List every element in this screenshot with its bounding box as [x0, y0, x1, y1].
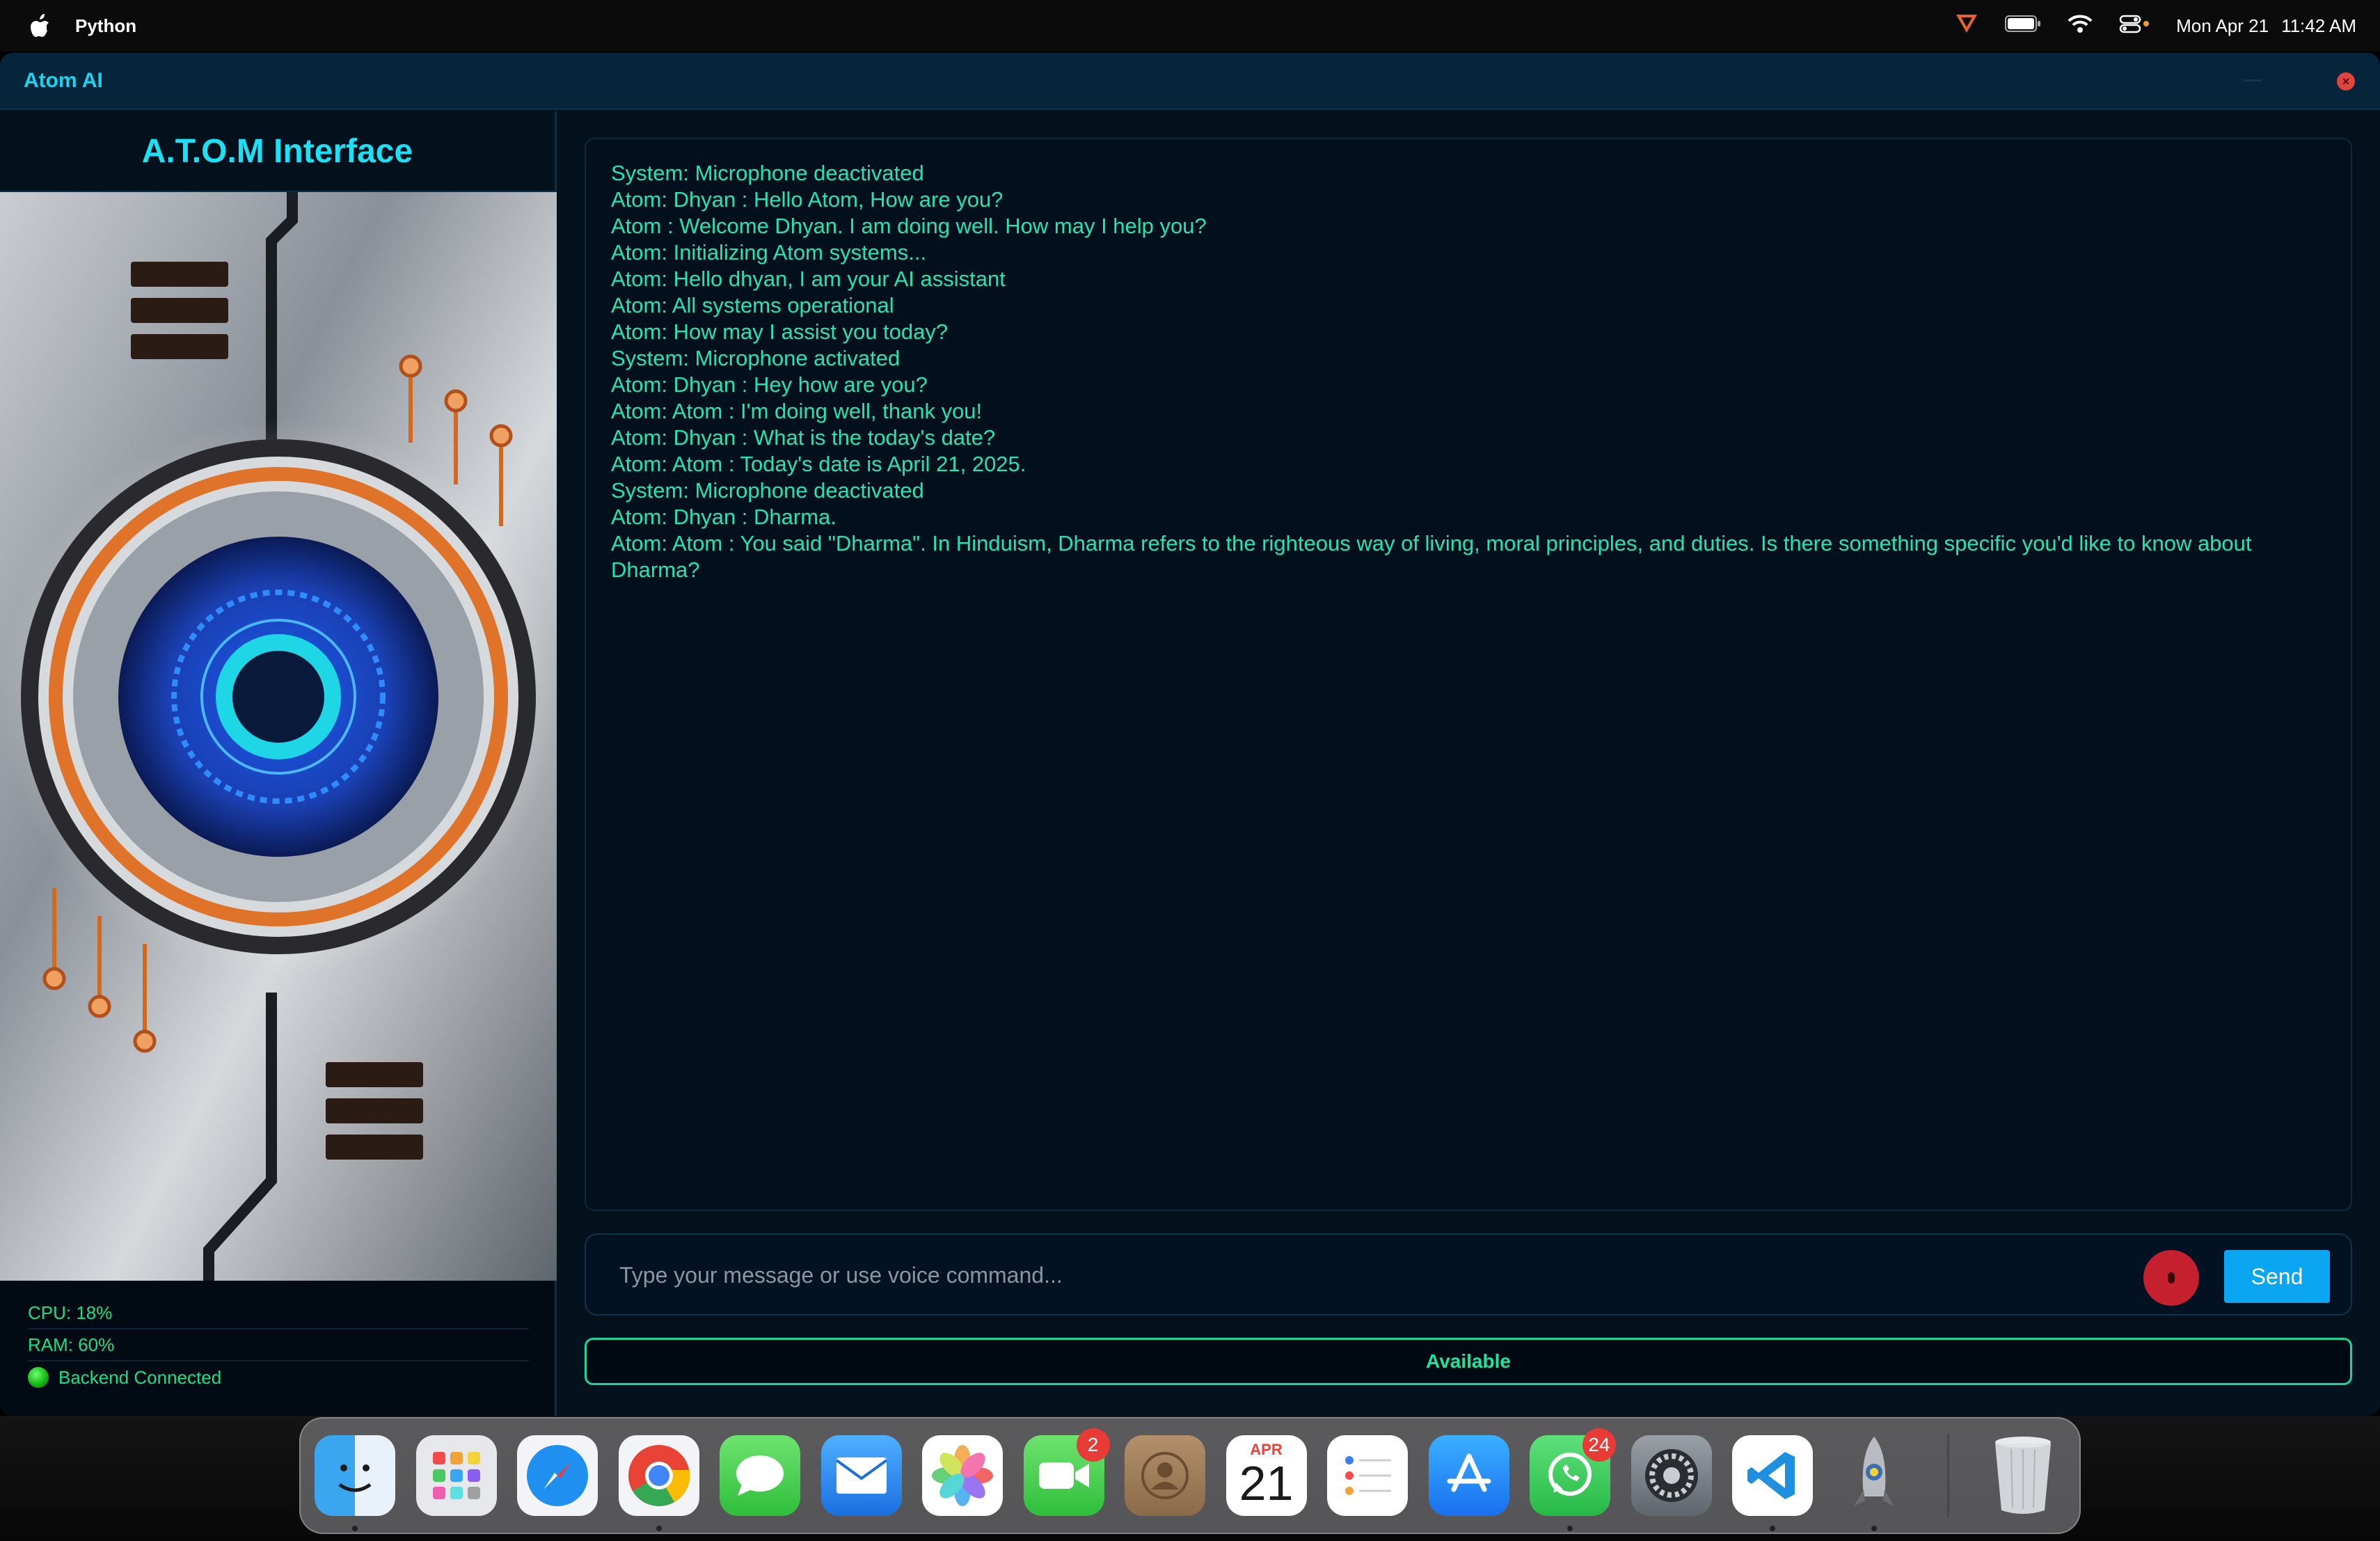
chat-message: Atom: Dhyan : Dharma.: [611, 505, 836, 529]
calendar-day: 21: [1239, 1456, 1294, 1510]
backend-status-text: Backend Connected: [58, 1366, 222, 1388]
connection-status-dot-icon: [28, 1367, 49, 1388]
active-app-name[interactable]: Python: [75, 15, 136, 37]
chat-message: System: Microphone deactivated: [611, 161, 924, 185]
system-stats: CPU: 18% RAM: 60% Backend Connected: [0, 1282, 557, 1393]
facetime-icon[interactable]: 2: [1023, 1428, 1110, 1516]
window-title: Atom AI: [24, 69, 103, 92]
atom-eye-artwork: [0, 192, 557, 1281]
window-title-bar[interactable]: Atom AI ×: [0, 53, 2380, 110]
close-button[interactable]: ×: [2337, 72, 2355, 90]
atom-ai-window: Atom AI × A.T.O.M Interface CPU: 18% RAM…: [0, 53, 2380, 1416]
minimize-button[interactable]: [2244, 79, 2262, 81]
whatsapp-icon[interactable]: 24: [1530, 1428, 1616, 1531]
microphone-icon: [2168, 1272, 2175, 1283]
chat-message: Atom: Initializing Atom systems...: [611, 240, 927, 264]
python-rocket-icon[interactable]: [1834, 1435, 1914, 1531]
running-indicator: [1770, 1526, 1775, 1531]
finder-icon[interactable]: [315, 1435, 395, 1531]
chat-message: System: Microphone deactivated: [611, 478, 924, 503]
calendar-icon[interactable]: APR 21: [1225, 1435, 1307, 1516]
contacts-icon[interactable]: [1125, 1435, 1205, 1516]
ram-usage: RAM: 60%: [28, 1329, 529, 1361]
chat-message: Atom: Dhyan : Hey how are you?: [611, 372, 928, 397]
apple-menu-icon[interactable]: [28, 12, 53, 40]
vpn-icon[interactable]: [1955, 13, 1978, 39]
chat-message: Atom: All systems operational: [611, 293, 894, 317]
chat-message: Atom: Atom : I'm doing well, thank you!: [611, 399, 983, 423]
vscode-icon[interactable]: [1732, 1435, 1813, 1531]
chat-message: Atom: Dhyan : Hello Atom, How are you?: [611, 187, 1003, 212]
running-indicator: [656, 1526, 662, 1531]
running-indicator: [1567, 1526, 1573, 1531]
menu-bar-clock[interactable]: Mon Apr 21 11:42 AM: [2176, 15, 2356, 37]
wifi-icon[interactable]: [2068, 14, 2093, 38]
menu-bar-time: 11:42 AM: [2281, 15, 2356, 36]
settings-icon[interactable]: [1631, 1435, 1712, 1516]
chat-message: Atom : Welcome Dhyan. I am doing well. H…: [611, 214, 1207, 238]
trash-icon[interactable]: [1983, 1435, 2063, 1516]
status-bar: Available: [585, 1338, 2352, 1385]
dock-separator: [1947, 1434, 1949, 1517]
send-button[interactable]: Send: [2224, 1250, 2330, 1303]
chat-log[interactable]: System: Microphone deactivated Atom: Dhy…: [585, 138, 2352, 1211]
macos-menu-bar: Python Mon Apr 21 11:42 AM: [0, 0, 2380, 52]
running-indicator: [352, 1526, 358, 1531]
microphone-button[interactable]: [2143, 1250, 2199, 1306]
reminders-icon[interactable]: [1327, 1435, 1408, 1516]
chat-message: Atom: Hello dhyan, I am your AI assistan…: [611, 267, 1006, 291]
message-input[interactable]: Type your message or use voice command..…: [619, 1263, 1063, 1288]
messages-icon[interactable]: [720, 1435, 800, 1516]
chat-message: Atom: How may I assist you today?: [611, 319, 949, 344]
close-icon: ×: [2342, 74, 2350, 88]
cpu-usage: CPU: 18%: [28, 1297, 529, 1329]
left-panel: A.T.O.M Interface CPU: 18% RAM: 60% Back…: [0, 111, 557, 1416]
interface-heading: A.T.O.M Interface: [0, 111, 555, 192]
mail-icon[interactable]: [820, 1435, 902, 1516]
dock: 2 APR 21 24: [299, 1417, 2081, 1534]
menu-bar-date: Mon Apr 21: [2176, 15, 2269, 36]
facetime-badge: 2: [1076, 1428, 1110, 1462]
launchpad-icon[interactable]: [415, 1435, 497, 1516]
app-store-icon[interactable]: [1428, 1435, 1509, 1516]
chrome-icon[interactable]: [618, 1435, 699, 1531]
message-input-bar: Type your message or use voice command..…: [585, 1233, 2352, 1315]
battery-icon[interactable]: [2005, 15, 2041, 38]
running-indicator: [1871, 1526, 1877, 1531]
chat-message: Atom: Atom : You said "Dharma". In Hindu…: [611, 531, 2252, 582]
safari-icon[interactable]: [517, 1435, 598, 1516]
whatsapp-badge: 24: [1582, 1428, 1616, 1462]
chat-message: Atom: Atom : Today's date is April 21, 2…: [611, 452, 1026, 476]
backend-connection: Backend Connected: [28, 1361, 529, 1393]
chat-message: System: Microphone activated: [611, 346, 901, 370]
control-center-icon[interactable]: [2119, 14, 2150, 38]
photos-icon[interactable]: [922, 1435, 1003, 1516]
chat-message: Atom: Dhyan : What is the today's date?: [611, 425, 996, 450]
